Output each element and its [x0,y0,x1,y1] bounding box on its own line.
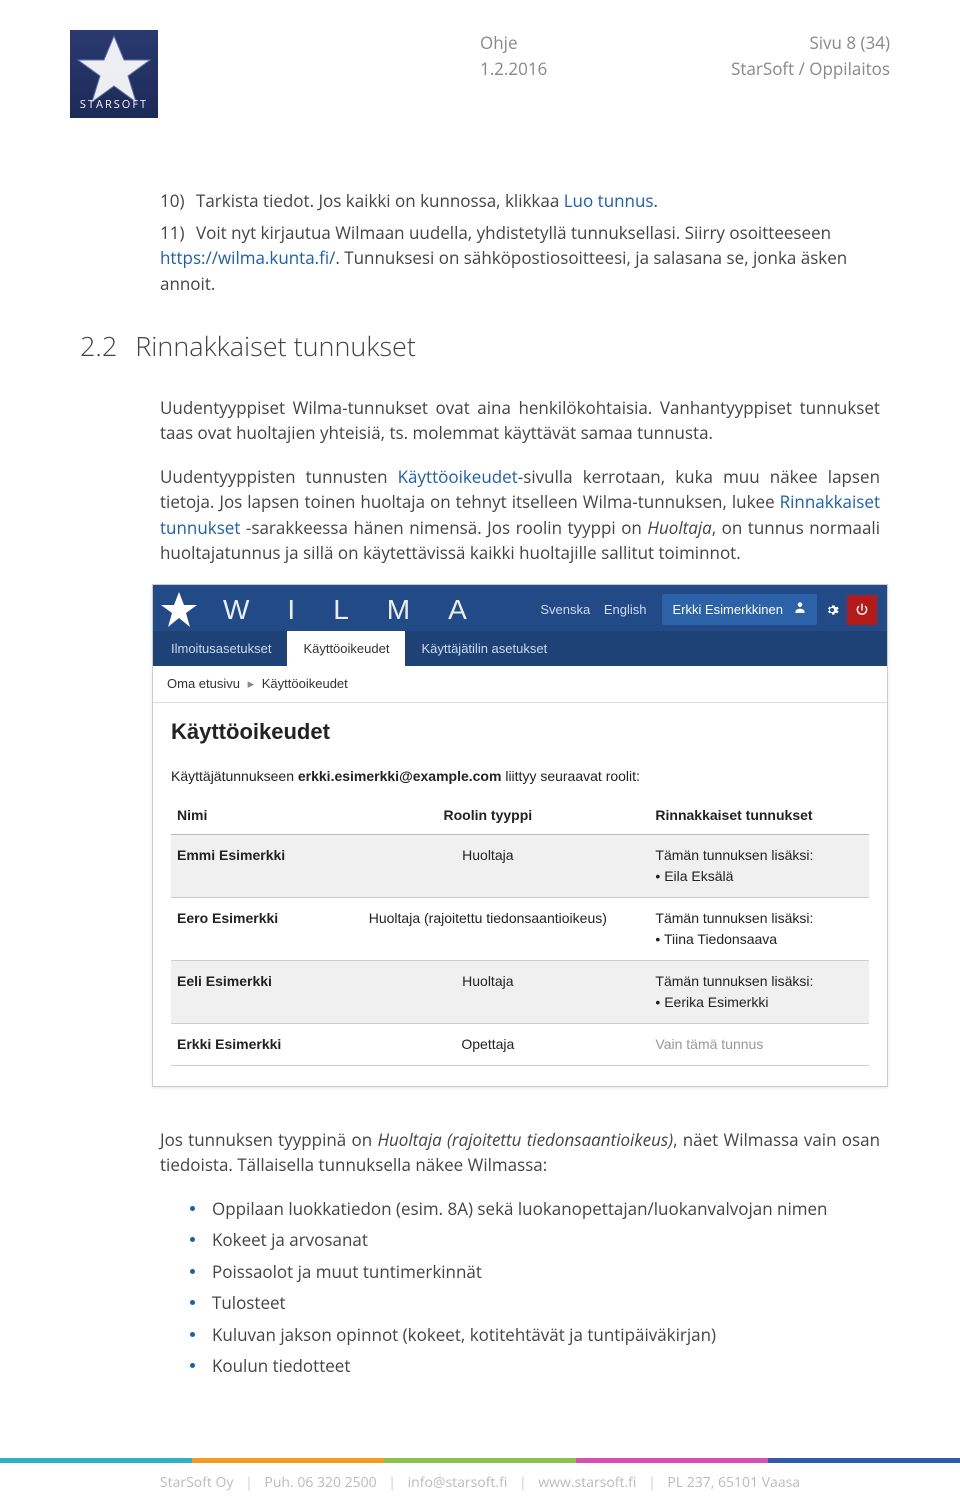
crumb-current: Käyttöoikeudet [262,676,348,691]
header-date: 1.2.2016 [480,56,547,82]
wilma-wordmark: WILMA [209,589,540,631]
lang-english[interactable]: English [604,602,647,617]
list-item: Kuluvan jakson opinnot (kokeet, kotiteht… [190,1322,880,1348]
logout-icon[interactable] [847,595,877,625]
col-rinnakkaiset: Rinnakkaiset tunnukset [649,797,869,835]
list-num: 11) [160,220,196,246]
user-chip[interactable]: Erkki Esimerkkinen [662,594,817,626]
footer-color-bars [0,1458,960,1463]
footer-address: PL 237, 65101 Vaasa [667,1473,800,1492]
wilma-tabs: Ilmoitusasetukset Käyttöoikeudet Käyttäj… [153,631,887,667]
link-wilma-url: https://wilma.kunta.fi/ [160,246,335,269]
header-right-col: Sivu 8 (34) StarSoft / Oppilaitos [731,30,890,81]
starsoft-logo: STARSOFT [70,30,158,118]
list-item: 11)Voit nyt kirjautua Wilmaan uudella, y… [160,220,880,297]
crumb-home[interactable]: Oma etusivu [167,676,240,691]
tab-ilmoitusasetukset[interactable]: Ilmoitusasetukset [155,631,287,667]
logo-text: STARSOFT [70,97,158,114]
header-org: StarSoft / Oppilaitos [731,56,890,82]
list-item: 10)Tarkista tiedot. Jos kaikki on kunnos… [160,188,880,214]
paragraph: Uudentyyppisten tunnusten Käyttöoikeudet… [160,464,880,566]
language-switcher: Svenska English [540,600,656,620]
roles-intro: Käyttäjätunnukseen erkki.esimerkki@examp… [171,766,869,787]
list-item: Koulun tiedotteet [190,1353,880,1379]
numbered-list: 10)Tarkista tiedot. Jos kaikki on kunnos… [160,188,880,296]
settings-icon[interactable] [817,595,847,625]
breadcrumb: Oma etusivu ▸ Käyttöoikeudet [153,666,887,703]
list-item: Oppilaan luokkatiedon (esim. 8A) sekä lu… [190,1196,880,1222]
col-roolin-tyyppi: Roolin tyyppi [326,797,649,835]
paragraph: Jos tunnuksen tyyppinä on Huoltaja (rajo… [160,1127,880,1178]
list-item: Kokeet ja arvosanat [190,1227,880,1253]
table-row: Eero Esimerkki Huoltaja (rajoitettu tied… [171,897,869,960]
footer-web: www.starsoft.fi [538,1473,636,1492]
header-left-col: Ohje 1.2.2016 [480,30,547,81]
link-luo-tunnus: Luo tunnus [564,189,654,212]
bullet-list: Oppilaan luokkatiedon (esim. 8A) sekä lu… [160,1196,880,1379]
table-row: Emmi Esimerkki Huoltaja Tämän tunnuksen … [171,834,869,897]
tab-kayttajatilin-asetukset[interactable]: Käyttäjätilin asetukset [405,631,563,667]
user-email: erkki.esimerkki@example.com [298,768,502,784]
page-title: Käyttöoikeudet [171,715,869,748]
user-icon [793,600,807,620]
tab-kayttooikeudet[interactable]: Käyttöoikeudet [287,631,405,667]
wilma-topbar: WILMA Svenska English Erkki Esimerkkinen [153,585,887,631]
footer-company: StarSoft Oy [160,1473,234,1492]
footer: StarSoft Oy | Puh. 06 320 2500 | info@st… [0,1472,960,1493]
document-header: STARSOFT Ohje 1.2.2016 Sivu 8 (34) StarS… [70,30,890,118]
footer-email: info@starsoft.fi [408,1473,508,1492]
link-kayttooikeudet: Käyttöoikeudet [398,465,518,488]
roles-table: Nimi Roolin tyyppi Rinnakkaiset tunnukse… [171,797,869,1066]
table-row: Erkki Esimerkki Opettaja Vain tämä tunnu… [171,1023,869,1065]
list-item: Tulosteet [190,1290,880,1316]
table-row: Eeli Esimerkki Huoltaja Tämän tunnuksen … [171,960,869,1023]
lang-svenska[interactable]: Svenska [540,602,590,617]
header-page: Sivu 8 (34) [731,30,890,56]
section-heading: 2.2Rinnakkaiset tunnukset [70,326,880,367]
wilma-logo-icon [159,590,199,630]
col-nimi: Nimi [171,797,326,835]
footer-phone: Puh. 06 320 2500 [264,1473,376,1492]
header-title: Ohje [480,30,547,56]
list-item: Poissaolot ja muut tuntimerkinnät [190,1259,880,1285]
paragraph: Uudentyyppiset Wilma-tunnukset ovat aina… [160,395,880,446]
wilma-screenshot: WILMA Svenska English Erkki Esimerkkinen [152,584,888,1087]
list-num: 10) [160,188,196,214]
crumb-separator-icon: ▸ [248,676,255,691]
